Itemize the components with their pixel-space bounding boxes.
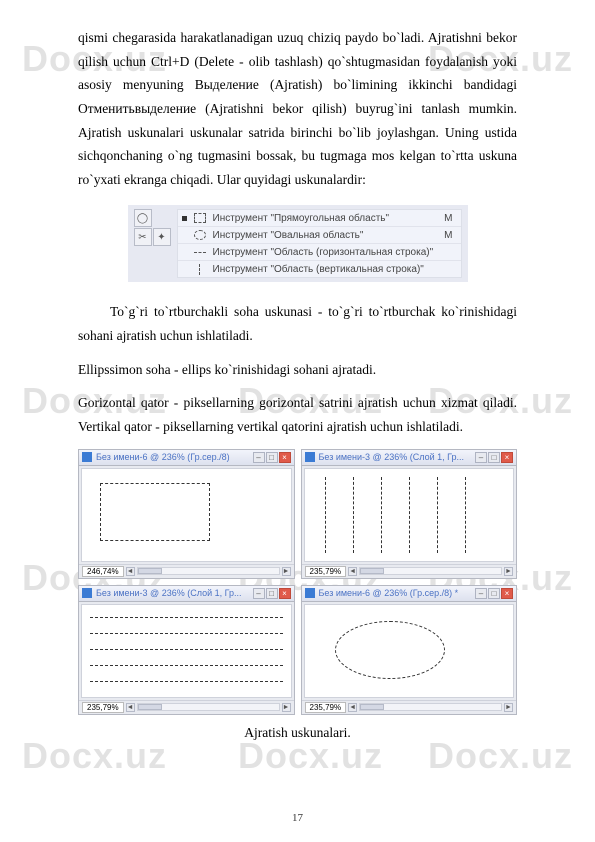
window-titlebar: Без имени-6 @ 236% (Гр.сер./8) – □ × (79, 450, 294, 466)
paragraph: qismi chegarasida harakatlanadigan uzuq … (78, 26, 517, 191)
maximize-button[interactable]: □ (266, 588, 278, 599)
canvas[interactable] (81, 604, 292, 698)
tool-label: Инструмент "Область (горизонтальная стро… (213, 247, 434, 258)
selection-hline (90, 633, 283, 634)
window-examples-grid: Без имени-6 @ 236% (Гр.сер./8) – □ × 246… (78, 449, 517, 715)
tool-label: Инструмент "Овальная область" (213, 230, 364, 241)
app-icon (82, 452, 92, 462)
selection-vline (353, 477, 354, 553)
minimize-button[interactable]: – (253, 588, 265, 599)
selection-hline (90, 649, 283, 650)
scroll-left-icon[interactable]: ◄ (348, 567, 357, 576)
scrollbar[interactable] (359, 703, 502, 711)
window-title: Без имени-3 @ 236% (Слой 1, Гр... (319, 452, 472, 462)
paragraph: To`g`ri to`rtburchakli soha uskunasi - t… (78, 300, 517, 347)
selection-hline (90, 681, 283, 682)
crop-icon: ✂ (134, 228, 152, 246)
selection-vline (409, 477, 410, 553)
tool-shortcut: M (444, 230, 456, 241)
scroll-thumb[interactable] (138, 568, 162, 574)
figure-caption: Ajratish uskunalari. (78, 725, 517, 741)
selection-hline (90, 665, 283, 666)
tool-palette: ◯ ✂ ✦ (134, 209, 171, 246)
tool-label: Инструмент "Прямоугольная область" (213, 213, 390, 224)
scroll-thumb[interactable] (360, 704, 384, 710)
maximize-button[interactable]: □ (266, 452, 278, 463)
app-icon (305, 452, 315, 462)
minimize-button[interactable]: – (475, 452, 487, 463)
window-title: Без имени-6 @ 236% (Гр.сер./8) (96, 452, 249, 462)
window-titlebar: Без имени-6 @ 236% (Гр.сер./8) * – □ × (302, 586, 517, 602)
maximize-button[interactable]: □ (488, 452, 500, 463)
window-title: Без имени-6 @ 236% (Гр.сер./8) * (319, 588, 472, 598)
page-number: 17 (0, 812, 595, 824)
close-button[interactable]: × (501, 452, 513, 463)
status-bar: 235,79% ◄ ► (79, 700, 294, 714)
scroll-right-icon[interactable]: ► (282, 703, 291, 712)
window-rectangle-select: Без имени-6 @ 236% (Гр.сер./8) – □ × 246… (78, 449, 295, 579)
zoom-value[interactable]: 235,79% (305, 702, 347, 713)
selection-vline (437, 477, 438, 553)
tool-row-rectangle[interactable]: Инструмент "Прямоугольная область" M (178, 210, 461, 227)
scrollbar[interactable] (359, 567, 502, 575)
status-bar: 235,79% ◄ ► (302, 564, 517, 578)
vline-marquee-icon (193, 263, 207, 275)
scroll-left-icon[interactable]: ◄ (348, 703, 357, 712)
selection-vline (325, 477, 326, 553)
tool-row-vline[interactable]: Инструмент "Область (вертикальная строка… (178, 261, 461, 277)
window-titlebar: Без имени-3 @ 236% (Слой 1, Гр... – □ × (302, 450, 517, 466)
window-titlebar: Без имени-3 @ 236% (Слой 1, Гр... – □ × (79, 586, 294, 602)
scrollbar[interactable] (137, 567, 280, 575)
tool-label: Инструмент "Область (вертикальная строка… (213, 264, 424, 275)
minimize-button[interactable]: – (475, 588, 487, 599)
zoom-value[interactable]: 235,79% (305, 566, 347, 577)
close-button[interactable]: × (279, 452, 291, 463)
document-page: qismi chegarasida harakatlanadigan uzuq … (0, 0, 595, 781)
scroll-right-icon[interactable]: ► (504, 703, 513, 712)
hline-marquee-icon (193, 246, 207, 258)
app-icon (305, 588, 315, 598)
active-dot-icon (182, 216, 187, 221)
tool-flyout-list: Инструмент "Прямоугольная область" M Инс… (177, 209, 462, 278)
selection-hline (90, 617, 283, 618)
scroll-left-icon[interactable]: ◄ (126, 567, 135, 576)
scrollbar[interactable] (137, 703, 280, 711)
selection-ellipse (335, 621, 445, 679)
canvas[interactable] (81, 468, 292, 562)
tool-row-hline[interactable]: Инструмент "Область (горизонтальная стро… (178, 244, 461, 261)
tool-row-ellipse[interactable]: Инструмент "Овальная область" M (178, 227, 461, 244)
canvas[interactable] (304, 604, 515, 698)
rectangle-marquee-icon (193, 212, 207, 224)
toolbox-figure: ◯ ✂ ✦ Инструмент "Прямоугольная область"… (128, 205, 468, 282)
paragraph: Gorizontal qator - piksellarning gorizon… (78, 391, 517, 438)
window-vertical-select: Без имени-3 @ 236% (Слой 1, Гр... – □ × … (301, 449, 518, 579)
scroll-right-icon[interactable]: ► (504, 567, 513, 576)
selection-vline (381, 477, 382, 553)
status-bar: 246,74% ◄ ► (79, 564, 294, 578)
window-horizontal-select: Без имени-3 @ 236% (Слой 1, Гр... – □ × … (78, 585, 295, 715)
ellipse-marquee-icon (193, 229, 207, 241)
paragraph: Ellipssimon soha - ellips ko`rinishidagi… (78, 358, 517, 382)
tool-shortcut: M (444, 213, 456, 224)
zoom-value[interactable]: 246,74% (82, 566, 124, 577)
close-button[interactable]: × (501, 588, 513, 599)
selection-vline (465, 477, 466, 553)
window-ellipse-select: Без имени-6 @ 236% (Гр.сер./8) * – □ × 2… (301, 585, 518, 715)
scroll-right-icon[interactable]: ► (282, 567, 291, 576)
scroll-thumb[interactable] (360, 568, 384, 574)
minimize-button[interactable]: – (253, 452, 265, 463)
canvas[interactable] (304, 468, 515, 562)
lasso-icon: ◯ (134, 209, 152, 227)
maximize-button[interactable]: □ (488, 588, 500, 599)
zoom-value[interactable]: 235,79% (82, 702, 124, 713)
selection-rectangle (100, 483, 210, 541)
app-icon (82, 588, 92, 598)
close-button[interactable]: × (279, 588, 291, 599)
scroll-left-icon[interactable]: ◄ (126, 703, 135, 712)
wand-icon: ✦ (153, 228, 171, 246)
status-bar: 235,79% ◄ ► (302, 700, 517, 714)
scroll-thumb[interactable] (138, 704, 162, 710)
window-title: Без имени-3 @ 236% (Слой 1, Гр... (96, 588, 249, 598)
